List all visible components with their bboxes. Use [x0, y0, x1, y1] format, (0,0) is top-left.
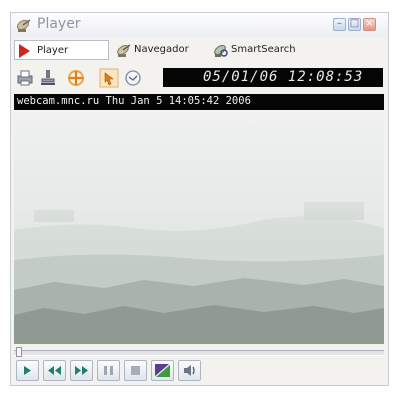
- seek-track[interactable]: [14, 350, 384, 356]
- webcam-image: [14, 110, 384, 344]
- volume-icon: [184, 365, 195, 376]
- window-title: Player: [37, 16, 81, 32]
- clock-icon[interactable]: [123, 68, 143, 88]
- tab-bar: Player Navegador SmartSearch: [11, 37, 388, 63]
- tab-smartsearch[interactable]: SmartSearch: [209, 40, 319, 60]
- search-dish-icon: [214, 45, 228, 57]
- play-triangle-icon: [19, 44, 30, 58]
- fast-forward-icon: [75, 366, 88, 375]
- video-frame[interactable]: [14, 110, 384, 344]
- stamp-icon[interactable]: [38, 68, 58, 88]
- camera-overlay-text: webcam.mnc.ru Thu Jan 5 14:05:42 2006: [17, 95, 251, 107]
- rewind-button[interactable]: [43, 360, 66, 381]
- timestamp-text: 05/01/06 12:08:53: [203, 69, 364, 85]
- stop-icon: [131, 366, 140, 375]
- stop-button[interactable]: [124, 360, 147, 381]
- snapshot-button[interactable]: [151, 360, 174, 381]
- toolbar: 05/01/06 12:08:53: [11, 65, 388, 91]
- rewind-icon: [48, 366, 61, 375]
- play-button[interactable]: [16, 360, 39, 381]
- maximize-button[interactable]: □: [348, 18, 361, 31]
- tab-player-label: Player: [37, 45, 69, 56]
- play-icon: [24, 366, 31, 375]
- seek-thumb[interactable]: [16, 347, 22, 357]
- close-icon: ×: [365, 18, 374, 29]
- seek-bar[interactable]: [14, 347, 384, 357]
- app-satellite-icon: [16, 19, 31, 32]
- tab-navegador[interactable]: Navegador: [112, 40, 204, 60]
- close-button[interactable]: ×: [363, 18, 376, 31]
- fast-forward-button[interactable]: [70, 360, 93, 381]
- pause-button[interactable]: [97, 360, 120, 381]
- volume-button[interactable]: [178, 360, 201, 381]
- tab-smartsearch-label: SmartSearch: [231, 44, 296, 55]
- tab-navegador-label: Navegador: [134, 44, 189, 55]
- minimize-button[interactable]: –: [333, 18, 346, 31]
- minimize-icon: –: [337, 18, 342, 29]
- player-window: Player – □ × Player Navegador SmartSearc…: [10, 12, 389, 386]
- satellite-dish-icon: [117, 44, 131, 57]
- playback-controls: [14, 360, 384, 384]
- pause-icon: [104, 366, 113, 375]
- maximize-icon: □: [349, 18, 360, 29]
- camera-overlay-bar: webcam.mnc.ru Thu Jan 5 14:05:42 2006: [14, 94, 384, 110]
- timestamp-display: 05/01/06 12:08:53: [163, 68, 383, 87]
- orange-cross-icon[interactable]: [66, 68, 86, 88]
- pointer-icon[interactable]: [99, 68, 119, 88]
- tab-player[interactable]: Player: [14, 40, 109, 60]
- snapshot-icon: [154, 363, 171, 378]
- title-bar[interactable]: Player – □ ×: [11, 13, 388, 37]
- print-icon[interactable]: [15, 68, 35, 88]
